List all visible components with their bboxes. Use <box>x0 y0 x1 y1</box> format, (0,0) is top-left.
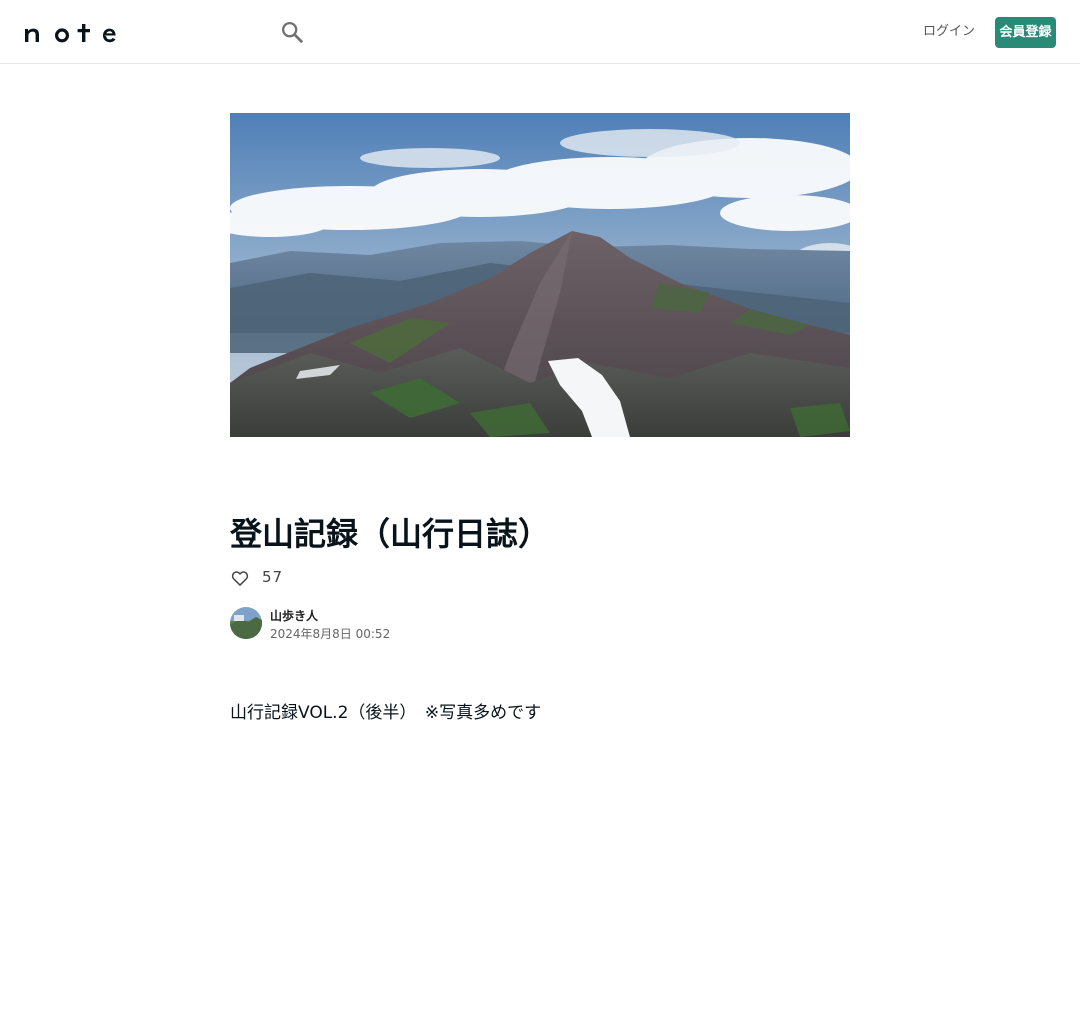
like-button[interactable] <box>230 568 250 588</box>
signup-button[interactable]: 会員登録 <box>995 17 1056 48</box>
like-count: 57 <box>262 568 284 586</box>
author-name[interactable]: 山歩き人 <box>270 607 318 625</box>
heart-icon <box>231 571 249 586</box>
search-icon <box>281 21 303 43</box>
login-link[interactable]: ログイン <box>922 22 976 42</box>
site-header: ログイン 会員登録 <box>0 0 1080 64</box>
search-button[interactable] <box>278 18 306 46</box>
article-body: 山行記録VOL.2（後半） ※写真多めです <box>230 703 542 723</box>
publish-date: 2024年8月8日 00:52 <box>270 627 391 641</box>
author-avatar[interactable] <box>230 607 262 639</box>
hero-image <box>230 113 850 437</box>
note-logo[interactable] <box>24 20 124 44</box>
article-title: 登山記録（山行日誌） <box>230 515 551 553</box>
